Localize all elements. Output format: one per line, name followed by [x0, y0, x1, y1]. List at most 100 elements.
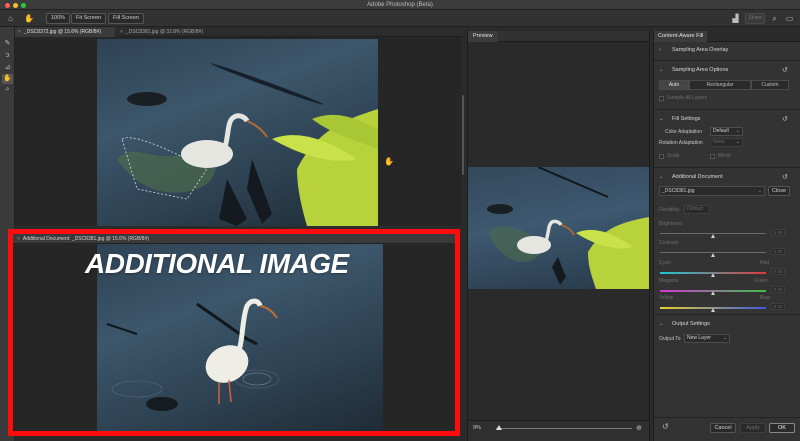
slider-knob[interactable] [710, 234, 715, 238]
share-button[interactable]: Share [745, 13, 765, 24]
preview-zoom-slider[interactable] [496, 428, 632, 429]
section-sampling-overlay[interactable]: › Sampling Area Overlay [654, 45, 800, 56]
ok-button[interactable]: OK [769, 423, 795, 433]
flexibility-label: Flexibility [659, 207, 680, 213]
polygon-lasso-tool-icon[interactable]: ⊿ [2, 63, 13, 73]
additional-document-tab[interactable]: × Additional Document: _DSC8381.jpg @ 15.… [13, 234, 455, 244]
sample-all-layers-label: Sample All Layers [667, 95, 708, 101]
zoom-in-icon[interactable]: ⊕ [636, 424, 642, 432]
slider-knob[interactable] [710, 253, 715, 257]
green-label: Green [754, 278, 768, 284]
workspace-icon[interactable]: ▭ [785, 14, 794, 23]
close-additional-document-button[interactable]: Close [768, 186, 790, 196]
close-tab-icon[interactable]: × [17, 236, 20, 242]
section-sampling-options[interactable]: ⌄ Sampling Area Options ↺ [654, 65, 800, 76]
hand-tool-icon[interactable]: ✋ [24, 14, 34, 23]
chevron-right-icon: › [659, 47, 661, 53]
scrollbar-thumb[interactable] [462, 95, 464, 175]
slider-knob[interactable] [710, 308, 715, 312]
contrast-label: Contrast [659, 240, 678, 246]
scale-label: Scale [667, 153, 680, 159]
cyan-label: Cyan [659, 260, 671, 266]
rotation-adaptation-label: Rotation Adaptation [659, 140, 703, 146]
content-aware-fill-panel: Content-Aware Fill › Sampling Area Overl… [653, 31, 800, 441]
document-tab-1[interactable]: × _DSC8372.jpg @ 15.6% (RGB/8#) [15, 27, 115, 37]
color-adaptation-dropdown[interactable]: Default ⌄ [710, 127, 743, 136]
preview-tab-row: Preview [468, 31, 649, 42]
slider-knob[interactable] [710, 291, 715, 295]
output-to-label: Output To [659, 336, 681, 342]
blue-label: Blue [760, 295, 771, 301]
main-photo[interactable] [97, 39, 378, 226]
mode-rectangular-button[interactable]: Rectangular [689, 80, 751, 90]
preview-zoom-bar: 9% ⊕ [468, 420, 649, 441]
overlay-label: ADDITIONAL IMAGE [85, 248, 349, 279]
slider-value-field[interactable]: 0.00 [771, 303, 785, 310]
mode-auto-button[interactable]: Auto [659, 80, 689, 90]
slider-value-field[interactable]: 0.00 [771, 286, 785, 293]
zoom-100-button[interactable]: 100% [46, 13, 71, 24]
output-to-dropdown[interactable]: New Layer ⌄ [684, 334, 730, 343]
color-adaptation-label: Color Adaptation [665, 129, 702, 135]
hand-tool-icon[interactable]: ✋ [2, 74, 13, 84]
additional-document-window[interactable]: × Additional Document: _DSC8381.jpg @ 15.… [8, 229, 460, 436]
yellow-label: Yellow [659, 295, 674, 301]
slider-value-field[interactable]: 0.00 [771, 248, 785, 255]
apply-button[interactable]: Apply [740, 423, 766, 433]
preview-panel: Preview 9% ⊕ [467, 31, 650, 441]
chevron-down-icon: ⌄ [722, 335, 727, 341]
sample-all-layers-checkbox[interactable] [659, 96, 664, 101]
slider-value-field[interactable]: 0.00 [771, 268, 785, 275]
mode-custom-button[interactable]: Custom [751, 80, 789, 90]
chevron-down-icon: ⌄ [659, 321, 664, 327]
brightness-label: Brightness [659, 221, 683, 227]
rotation-adaptation-dropdown[interactable]: None ⌄ [710, 138, 743, 147]
chevron-down-icon: ⌄ [659, 116, 664, 122]
divider [654, 417, 800, 418]
main-photo-artwork [117, 63, 378, 226]
reset-icon[interactable]: ↺ [782, 65, 788, 76]
document-canvas[interactable]: ✋ [15, 37, 461, 226]
fill-screen-button[interactable]: Fill Screen [108, 13, 144, 24]
scale-checkbox[interactable] [659, 154, 664, 159]
section-additional-document[interactable]: ⌄ Additional Document ↺ [654, 172, 800, 183]
preview-zoom-knob[interactable] [495, 425, 502, 430]
slider-value-field[interactable]: 0.00 [771, 229, 785, 236]
cloud-document-icon[interactable]: ▟ [731, 14, 740, 23]
preview-image-artwork [487, 167, 649, 289]
additional-document-dropdown[interactable]: _DSC8381.jpg ⌄ [659, 186, 765, 196]
slider-knob[interactable] [710, 273, 715, 277]
home-icon[interactable]: ⌂ [6, 14, 15, 23]
close-tab-icon[interactable]: × [120, 29, 123, 35]
options-bar: ⌂ ✋ 100% Fit Screen Fill Screen ▟ Share … [0, 10, 800, 27]
tab-preview[interactable]: Preview [468, 31, 498, 42]
chevron-down-icon: ⌄ [735, 128, 740, 134]
section-output-settings[interactable]: ⌄ Output Settings [654, 319, 800, 330]
lasso-tool-icon[interactable]: ↄ [2, 51, 13, 61]
search-icon[interactable]: ⌕ [770, 14, 779, 23]
section-fill-settings[interactable]: ⌄ Fill Settings ↺ [654, 114, 800, 125]
cancel-button[interactable]: Cancel [710, 423, 736, 433]
divider [654, 60, 800, 61]
document-tab-2[interactable]: × _DSC8381.jpg @ 32.8% (RGB/8#) [117, 27, 221, 37]
canvas-scrollbar[interactable] [461, 37, 465, 226]
chevron-down-icon: ⌄ [659, 174, 664, 180]
close-tab-icon[interactable]: × [18, 29, 21, 35]
red-label: Red [760, 260, 770, 266]
tab-content-aware-fill[interactable]: Content-Aware Fill [654, 31, 708, 42]
magenta-label: Magenta [659, 278, 679, 284]
brush-tool-icon[interactable]: ✎ [2, 39, 13, 49]
reset-all-icon[interactable]: ↺ [662, 422, 669, 431]
reset-icon[interactable]: ↺ [782, 114, 788, 125]
chevron-down-icon: ⌄ [659, 67, 664, 73]
document-tabs: × _DSC8372.jpg @ 15.6% (RGB/8#) × _DSC8381… [15, 27, 465, 37]
zoom-tool-icon[interactable]: ⌕ [2, 85, 13, 95]
preview-image[interactable] [468, 167, 649, 289]
fit-screen-button[interactable]: Fit Screen [71, 13, 107, 24]
reset-icon[interactable]: ↺ [782, 172, 788, 183]
panel-tab-row: Content-Aware Fill [654, 31, 800, 42]
divider [654, 109, 800, 110]
flexibility-dropdown[interactable]: Default [684, 205, 710, 214]
mirror-checkbox[interactable] [710, 154, 715, 159]
mirror-label: Mirror [718, 153, 732, 159]
